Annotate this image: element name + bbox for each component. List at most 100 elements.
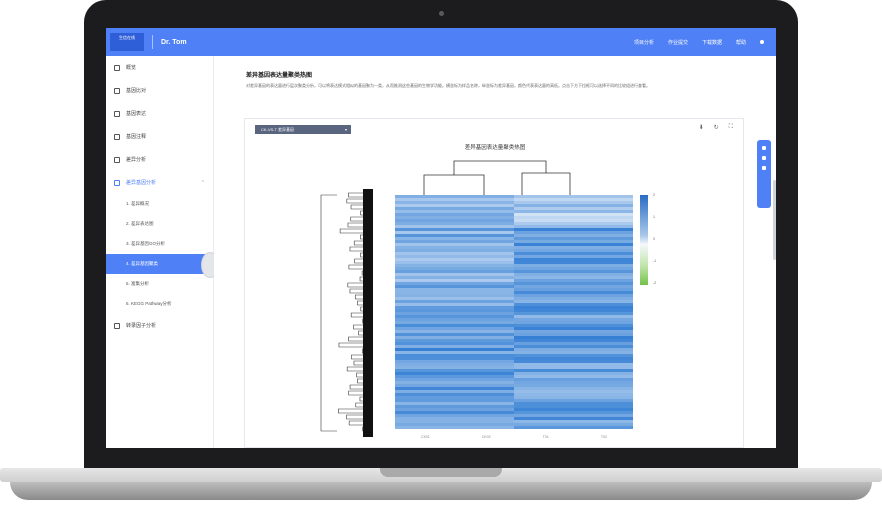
heatmap-cell [395,195,514,199]
heatmap-cell [514,360,633,364]
sidebar-subitem[interactable]: 6. KEGG Pathway分析 [106,294,213,314]
sidebar-item[interactable]: 基因表达 [106,102,213,125]
heatmap-cell [514,375,633,379]
heatmap-cell [514,210,633,214]
sidebar-item[interactable]: 转录因子分析 [106,314,213,337]
page-title: 差异基因表达量聚类热图 [246,73,313,79]
heatmap-cell [514,291,633,295]
heatmap-cell [395,204,514,208]
heatmap-cell [395,324,514,328]
heatmap-cell [514,240,633,244]
heatmap-cell [514,426,633,429]
sidebar-item-label: 基因注释 [126,134,147,140]
heatmap-cell [514,225,633,229]
download-icon[interactable]: ⬇ [699,124,704,131]
sidebar-subitem[interactable]: 5. 富集分析 [106,274,213,294]
heatmap-cell [514,234,633,238]
heatmap-cell [395,363,514,367]
heatmap-cell [395,315,514,319]
comparison-select[interactable]: CK-VS-T 差异基因 ▾ [255,125,351,134]
heatmap-cell [514,336,633,340]
heatmap-cell [514,423,633,427]
heatmap-cell [395,282,514,286]
brand-name: Dr. Tom [161,38,187,46]
heatmap-cell [514,384,633,388]
fullscreen-icon[interactable]: ⛶ [729,124,733,131]
sidebar-item-label: 基因表达 [126,111,147,117]
logo-divider [152,35,153,49]
heatmap-cell [514,288,633,292]
heatmap-cell [514,411,633,415]
sidebar-group-diff-analysis[interactable]: 差异基因分析 ⌃ [106,171,213,194]
heatmap-cell [395,210,514,214]
note-icon [114,133,120,140]
topnav-item[interactable]: 项目分析 [634,39,654,46]
heatmap-cell [395,258,514,262]
topnav-item[interactable]: 帮助 [736,39,746,46]
heatmap-cell [395,327,514,331]
sidebar-subitem[interactable]: 1. 差异概况 [106,194,213,214]
align-icon [114,87,120,94]
scrollbar[interactable] [773,180,776,260]
heatmap-cell [395,417,514,421]
heatmap-cell [514,318,633,322]
heatmap-cell [395,318,514,322]
floating-feedback-tab[interactable] [757,140,771,208]
heatmap-cell [395,372,514,376]
heatmap-cell [514,390,633,394]
sidebar-item-label: 概览 [126,65,137,71]
person-icon [114,322,120,329]
heatmap-cell [395,219,514,223]
heatmap-cell [395,333,514,337]
heatmap-cell [395,393,514,397]
sidebar-item[interactable]: 差异分析 [106,148,213,171]
heatmap-cell [514,357,633,361]
heatmap-cell [514,315,633,319]
heatmap-cell [395,399,514,403]
sidebar-subitem-active[interactable]: 4. 差异基因聚类 [106,252,219,278]
legend-tick: 1 [653,215,655,219]
heatmap-cell [395,309,514,313]
sidebar-item[interactable]: 基因比对 [106,79,213,102]
sidebar-subitem[interactable]: 2. 差异表达图 [106,214,213,234]
heatmap-cell [395,288,514,292]
column-label: CK01 [421,435,430,439]
app-logo[interactable]: 生信在线 [110,33,144,51]
heatmap-cell [514,276,633,280]
chevron-down-icon: ▾ [344,127,347,132]
heatmap-cell [395,414,514,418]
heatmap-cell [395,348,514,352]
heatmap-cell [514,399,633,403]
heatmap-cell [514,381,633,385]
heatmap-cell [514,207,633,211]
heatmap-cell [395,345,514,349]
heatmap-cell [514,249,633,253]
heatmap-cell [514,273,633,277]
column-label: T02 [600,435,607,439]
heatmap-cell [514,387,633,391]
chart-icon [114,179,120,186]
heatmap-cell [395,243,514,247]
chevron-up-icon: ⌃ [200,179,205,186]
heatmap-cell [514,195,633,199]
heatmap-cell [514,396,633,400]
user-menu-icon[interactable] [760,40,764,44]
heatmap-cell [395,390,514,394]
sidebar-subitem[interactable]: 3. 差异基因GO分析 [106,234,213,254]
feedback-icon [762,156,766,160]
heatmap-cell [514,213,633,217]
sidebar-item[interactable]: 概览 [106,56,213,79]
sidebar-item[interactable]: 基因注释 [106,125,213,148]
topnav-item[interactable]: 作业提交 [668,39,688,46]
refresh-icon[interactable]: ↻ [714,124,719,131]
heatmap-cell [514,237,633,241]
heatmap-cell [514,279,633,283]
legend-tick: 2 [653,193,655,197]
topnav-item[interactable]: 下载数据 [702,39,722,46]
heatmap-cell [395,423,514,427]
heatmap-cell [514,267,633,271]
heatmap-cell [395,267,514,271]
heatmap-cell [395,402,514,406]
heatmap-cell [514,252,633,256]
heatmap-cell [514,354,633,358]
